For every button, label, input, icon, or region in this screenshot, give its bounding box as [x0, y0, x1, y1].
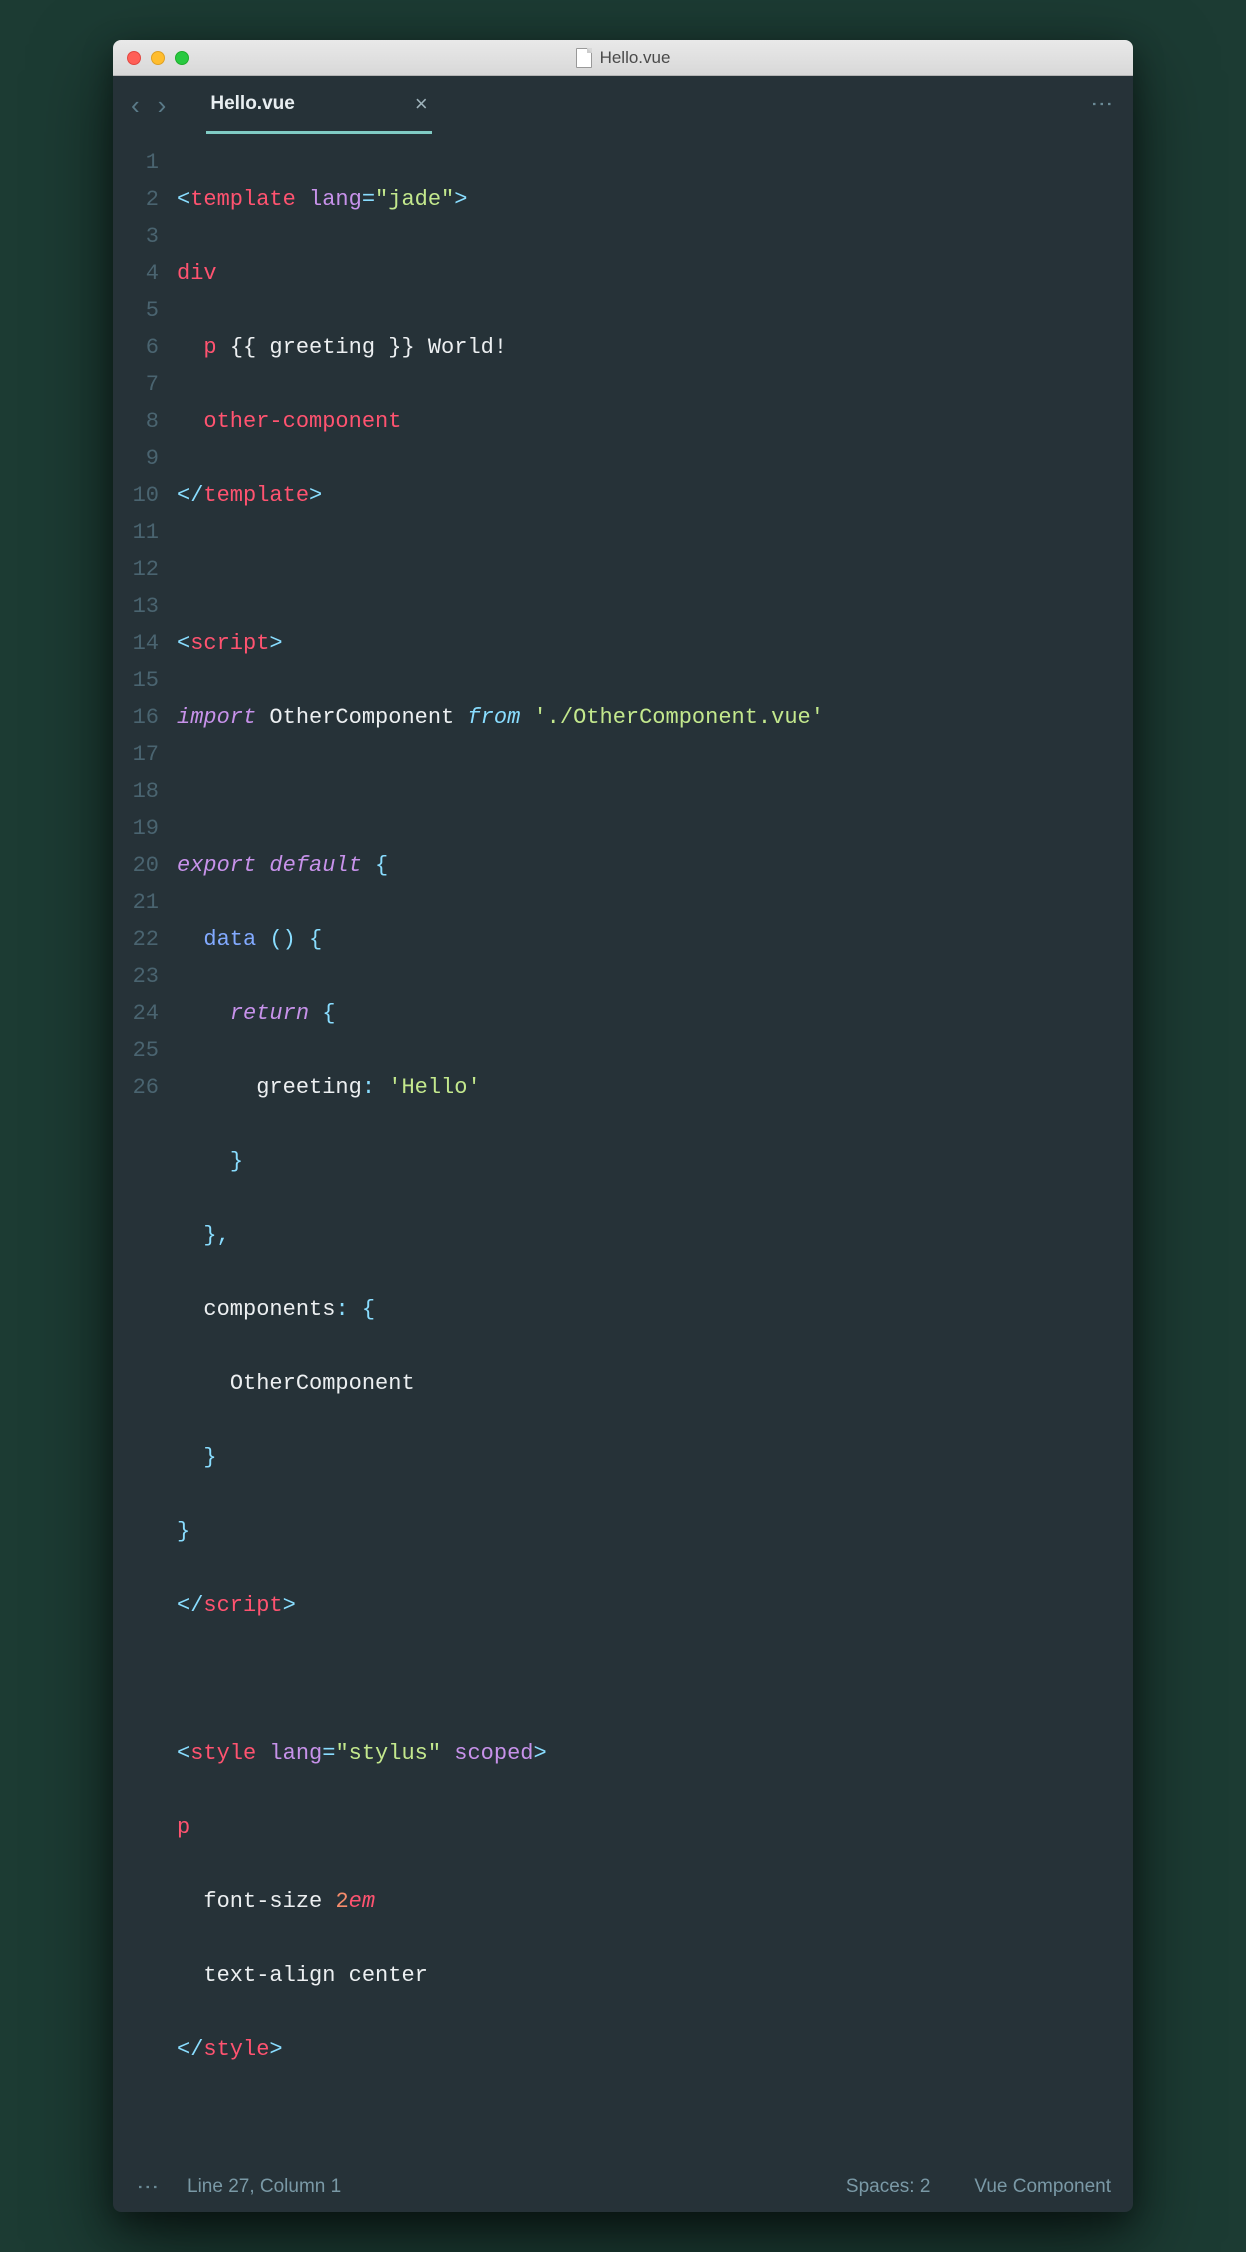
minimize-window-button[interactable]: [151, 51, 165, 65]
line-gutter: 123 456 789 101112 131415 161718 192021 …: [113, 144, 177, 2142]
tab-close-icon[interactable]: ×: [415, 91, 428, 117]
status-bar: ⋮ Line 27, Column 1 Spaces: 2 Vue Compon…: [113, 2162, 1133, 2212]
window-title: Hello.vue: [113, 48, 1133, 68]
tab-label: Hello.vue: [210, 93, 294, 115]
tab-hello-vue[interactable]: Hello.vue ×: [206, 76, 431, 134]
indent-setting[interactable]: Spaces: 2: [846, 2176, 931, 2198]
window-title-text: Hello.vue: [600, 48, 671, 68]
nav-forward-icon[interactable]: ›: [158, 90, 167, 121]
tab-bar: ‹ › Hello.vue × ⋮: [113, 76, 1133, 134]
status-more-icon[interactable]: ⋮: [135, 2176, 161, 2198]
cursor-position[interactable]: Line 27, Column 1: [187, 2176, 341, 2198]
traffic-lights: [127, 51, 189, 65]
file-icon: [576, 48, 592, 68]
editor-window: Hello.vue ‹ › Hello.vue × ⋮ 123 456 789 …: [113, 40, 1133, 2212]
code-content[interactable]: <template lang="jade"> div p {{ greeting…: [177, 144, 1133, 2142]
titlebar: Hello.vue: [113, 40, 1133, 76]
more-menu-icon[interactable]: ⋮: [1089, 93, 1115, 117]
zoom-window-button[interactable]: [175, 51, 189, 65]
close-window-button[interactable]: [127, 51, 141, 65]
nav-back-icon[interactable]: ‹: [131, 90, 140, 121]
nav-chevrons: ‹ ›: [131, 90, 166, 121]
syntax-mode[interactable]: Vue Component: [974, 2176, 1111, 2198]
editor-area[interactable]: 123 456 789 101112 131415 161718 192021 …: [113, 134, 1133, 2162]
